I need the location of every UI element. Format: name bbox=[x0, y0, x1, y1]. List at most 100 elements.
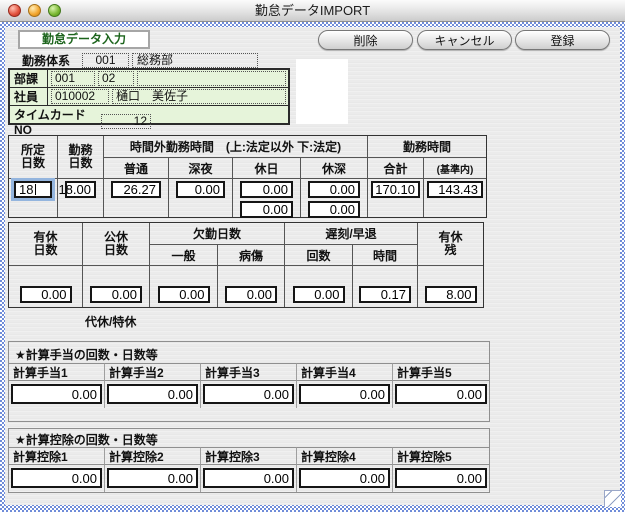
working-days-cell: 18.00 bbox=[58, 179, 104, 217]
allowance2-label: 計算手当2 bbox=[105, 363, 201, 381]
deduction4-input[interactable]: 0.00 bbox=[299, 468, 390, 488]
allowance1-cell: 0.00 bbox=[9, 381, 105, 408]
window-frame: 勤怠データ入力 削除 キャンセル 登録 勤務体系 001 総務部 部課 001 … bbox=[0, 22, 625, 512]
leave-absence-table: 有休 日数 公休 日数 欠勤日数 遅刻/早退 有休 残 一般 病傷 回数 時間 bbox=[8, 222, 484, 308]
employee-label: 社員 bbox=[10, 88, 48, 105]
col-late-night: 深夜 bbox=[169, 158, 233, 179]
normal-overtime-input[interactable]: 26.27 bbox=[111, 181, 161, 198]
holiday-lower-input[interactable]: 0.00 bbox=[240, 201, 293, 218]
delete-button[interactable]: 削除 bbox=[318, 30, 413, 50]
holiday-late-lower-input[interactable]: 0.00 bbox=[308, 201, 360, 218]
allowance2-cell: 0.00 bbox=[105, 381, 201, 408]
absence-sick-cell: 0.00 bbox=[218, 266, 285, 307]
allowance-section: ★計算手当の回数・日数等 計算手当1 計算手当2 計算手当3 計算手当4 計算手… bbox=[8, 341, 490, 422]
allowance5-input[interactable]: 0.00 bbox=[395, 384, 487, 404]
deduction5-label: 計算控除5 bbox=[393, 447, 489, 465]
title-bar: 勤怠データIMPORT bbox=[0, 0, 625, 22]
late-early-group-header: 遅刻/早退 bbox=[285, 223, 418, 245]
deduction-value-row: 0.00 0.00 0.00 0.00 0.00 bbox=[9, 465, 489, 492]
absence-general-cell: 0.00 bbox=[150, 266, 218, 307]
employee-code-field[interactable]: 010002 bbox=[51, 89, 109, 104]
col-holiday-late: 休深 bbox=[301, 158, 368, 179]
late-night-cell: 0.00 bbox=[169, 179, 233, 217]
paid-leave-cell: 0.00 bbox=[9, 266, 83, 307]
deduction5-input[interactable]: 0.00 bbox=[395, 468, 487, 488]
within-standard-cell: 143.43 bbox=[424, 179, 486, 217]
register-button[interactable]: 登録 bbox=[515, 30, 610, 50]
dept-row: 部課 001 02 bbox=[10, 70, 288, 88]
col-within-standard: (基準内) bbox=[424, 158, 486, 179]
employee-info-box: 部課 001 02 社員 010002 樋口 美佐子 タイムカードNO 12 bbox=[8, 68, 290, 125]
allowance5-cell: 0.00 bbox=[393, 381, 489, 408]
late-count-input[interactable]: 0.00 bbox=[293, 286, 345, 303]
prescribed-days-input[interactable]: 18 bbox=[14, 181, 52, 198]
deduction2-cell: 0.00 bbox=[105, 465, 201, 492]
absence-sick-input[interactable]: 0.00 bbox=[225, 286, 277, 303]
deduction-header-row: 計算控除1 計算控除2 計算控除3 計算控除4 計算控除5 bbox=[9, 447, 489, 465]
timecard-label: タイムカードNO bbox=[10, 106, 98, 137]
attendance-import-window: 勤怠データIMPORT 勤怠データ入力 削除 キャンセル 登録 勤務体系 001… bbox=[0, 0, 625, 512]
overtime-group-header: 時間外勤務時間 (上:法定以外 下:法定) bbox=[104, 136, 368, 158]
col-absence-sick: 病傷 bbox=[218, 245, 285, 266]
deduction3-input[interactable]: 0.00 bbox=[203, 468, 294, 488]
holiday-late-upper-input[interactable]: 0.00 bbox=[308, 181, 360, 198]
col-paid-remaining: 有休 残 bbox=[418, 223, 483, 266]
col-working-days: 勤務 日数 bbox=[58, 136, 104, 179]
col-absence-general: 一般 bbox=[150, 245, 218, 266]
timecard-row: タイムカードNO 12 bbox=[10, 106, 288, 137]
employee-name-field[interactable]: 樋口 美佐子 bbox=[112, 89, 286, 104]
holiday-cell: 0.00 0.00 bbox=[233, 179, 301, 217]
deduction1-input[interactable]: 0.00 bbox=[11, 468, 102, 488]
deduction-section: ★計算控除の回数・日数等 計算控除1 計算控除2 計算控除3 計算控除4 計算控… bbox=[8, 428, 490, 493]
deduction5-cell: 0.00 bbox=[393, 465, 489, 492]
work-system-row: 勤務体系 001 総務部 bbox=[22, 52, 258, 68]
allowance1-input[interactable]: 0.00 bbox=[11, 384, 102, 404]
paid-remaining-input[interactable]: 8.00 bbox=[425, 286, 477, 303]
col-normal: 普通 bbox=[104, 158, 169, 179]
timecard-no-field[interactable]: 12 bbox=[101, 114, 151, 129]
work-system-name-field[interactable]: 総務部 bbox=[132, 53, 258, 68]
allowance4-cell: 0.00 bbox=[297, 381, 393, 408]
dept-code1-field[interactable]: 001 bbox=[51, 71, 95, 86]
allowance4-label: 計算手当4 bbox=[297, 363, 393, 381]
employee-row: 社員 010002 樋口 美佐子 bbox=[10, 88, 288, 106]
col-total: 合計 bbox=[368, 158, 424, 179]
allowance3-input[interactable]: 0.00 bbox=[203, 384, 294, 404]
allowance4-input[interactable]: 0.00 bbox=[299, 384, 390, 404]
cancel-button[interactable]: キャンセル bbox=[417, 30, 512, 50]
holiday-late-cell: 0.00 0.00 bbox=[301, 179, 368, 217]
text-caret bbox=[35, 184, 36, 195]
allowance2-input[interactable]: 0.00 bbox=[107, 384, 198, 404]
deduction2-input[interactable]: 0.00 bbox=[107, 468, 198, 488]
work-system-code-field[interactable]: 001 bbox=[82, 53, 129, 68]
deduction2-label: 計算控除2 bbox=[105, 447, 201, 465]
deduction3-cell: 0.00 bbox=[201, 465, 297, 492]
holiday-upper-input[interactable]: 0.00 bbox=[240, 181, 293, 198]
allowance5-label: 計算手当5 bbox=[393, 363, 489, 381]
within-standard-input[interactable]: 143.43 bbox=[427, 181, 483, 198]
prescribed-days-cell: 18 bbox=[9, 179, 58, 217]
allowance-header-row: 計算手当1 計算手当2 計算手当3 計算手当4 計算手当5 bbox=[9, 363, 489, 381]
dept-code2-field[interactable]: 02 bbox=[98, 71, 134, 86]
late-night-input[interactable]: 0.00 bbox=[176, 181, 225, 198]
total-hours-input[interactable]: 170.10 bbox=[371, 181, 420, 198]
allowance3-cell: 0.00 bbox=[201, 381, 297, 408]
deduction-section-title: ★計算控除の回数・日数等 bbox=[9, 429, 489, 447]
allowance-section-title: ★計算手当の回数・日数等 bbox=[9, 342, 489, 363]
allowance-value-row: 0.00 0.00 0.00 0.00 0.00 bbox=[9, 381, 489, 408]
content-area: 勤怠データ入力 削除 キャンセル 登録 勤務体系 001 総務部 部課 001 … bbox=[5, 27, 620, 505]
attendance-hours-table: 所定 日数 勤務 日数 時間外勤務時間 (上:法定以外 下:法定) 勤務時間 普… bbox=[8, 135, 487, 218]
working-days-input[interactable]: 18.00 bbox=[65, 181, 96, 198]
substitute-leave-label: 代休/特休 bbox=[85, 313, 136, 330]
absence-general-input[interactable]: 0.00 bbox=[158, 286, 210, 303]
col-paid-leave: 有休 日数 bbox=[9, 223, 83, 266]
late-time-input[interactable]: 0.17 bbox=[359, 286, 411, 303]
resize-handle[interactable] bbox=[604, 490, 621, 507]
deduction4-label: 計算控除4 bbox=[297, 447, 393, 465]
deduction4-cell: 0.00 bbox=[297, 465, 393, 492]
normal-overtime-cell: 26.27 bbox=[104, 179, 169, 217]
paid-leave-input[interactable]: 0.00 bbox=[20, 286, 72, 303]
dept-name-field[interactable] bbox=[137, 71, 286, 86]
late-time-cell: 0.17 bbox=[353, 266, 418, 307]
public-holiday-input[interactable]: 0.00 bbox=[90, 286, 142, 303]
